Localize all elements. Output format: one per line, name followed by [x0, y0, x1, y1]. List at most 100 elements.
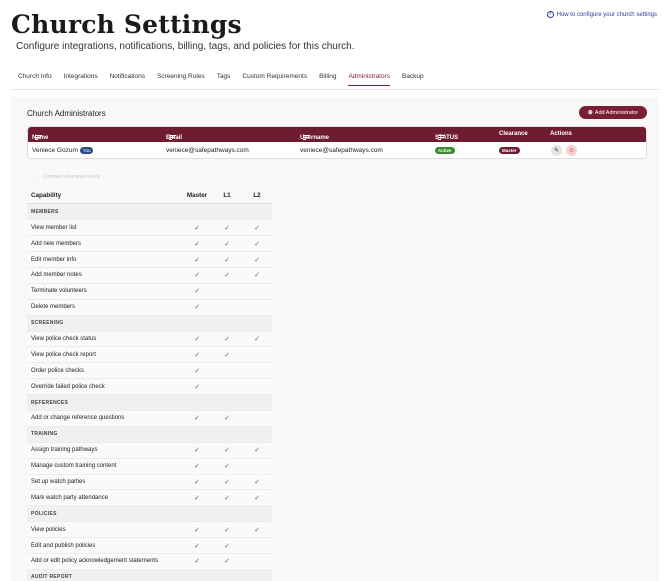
check-icon: ✓ [224, 335, 230, 343]
tab-administrators[interactable]: Administrators [348, 73, 390, 86]
pencil-icon: ✎ [553, 148, 560, 154]
check-icon: ✓ [194, 288, 200, 296]
admin-username: veniece@safepathways.com [300, 147, 383, 154]
l2-cell: ✓ [242, 442, 272, 459]
capability-label: View member list [27, 219, 182, 237]
master-cell: ✓ [182, 553, 212, 570]
l2-cell: ✓ [242, 251, 272, 268]
capability-label: Add new members [27, 235, 182, 253]
table-row: Veniece Gozum You veniece@safepathways.co… [28, 142, 646, 158]
sort-icon[interactable] [303, 135, 310, 141]
capability-label: Add or change reference questions [27, 410, 182, 427]
section-label: POLICIES [27, 505, 272, 523]
master-cell: ✓ [182, 537, 212, 554]
admin-email: veniece@safepathways.com [166, 147, 249, 154]
master-header: Master [182, 188, 212, 205]
section-label: SCREENING [27, 315, 272, 332]
master-cell: ✓ [182, 489, 212, 507]
tab-screening-rules[interactable]: Screening Rules [157, 73, 205, 86]
add-administrator-button[interactable]: ⊕ Add Administrator [579, 106, 647, 119]
status-badge: Active [435, 147, 455, 154]
l2-header: L2 [242, 188, 272, 205]
check-icon: ✓ [224, 351, 230, 359]
capability-label: Override failed police check [27, 378, 182, 396]
check-icon: ✓ [194, 335, 200, 343]
sort-icon[interactable] [35, 135, 42, 141]
capability-section: TRAINING [27, 426, 272, 443]
compare-clearance-link[interactable]: ← Compare clearance levels [36, 174, 100, 180]
check-icon: ✓ [224, 558, 230, 566]
capability-section: REFERENCES [27, 394, 272, 411]
check-icon: ✓ [224, 272, 230, 280]
page-title: Church Settings [11, 10, 242, 39]
capability-row: Edit and publish policies ✓ ✓ [27, 537, 272, 554]
master-cell: ✓ [182, 283, 212, 300]
capability-row: Override failed police check ✓ [27, 378, 272, 396]
l2-cell [242, 346, 272, 364]
tab-notifications[interactable]: Notifications [110, 73, 145, 86]
l1-cell [212, 378, 242, 396]
tab-tags[interactable]: Tags [217, 73, 231, 86]
capability-section: SCREENING [27, 315, 272, 332]
master-cell: ✓ [182, 521, 212, 539]
capability-label: Delete members [27, 299, 182, 316]
l2-cell [242, 378, 272, 396]
l1-cell: ✓ [212, 474, 242, 491]
tab-billing[interactable]: Billing [319, 73, 336, 86]
master-cell: ✓ [182, 362, 212, 380]
section-label: MEMBERS [27, 203, 272, 221]
edit-button[interactable]: ✎ [551, 145, 562, 156]
master-cell: ✓ [182, 251, 212, 268]
check-icon: ✓ [194, 463, 200, 471]
l2-cell [242, 553, 272, 570]
column-clearance: Clearance [499, 131, 528, 137]
check-icon: ✓ [254, 256, 260, 264]
sort-icon[interactable] [169, 135, 176, 141]
capability-row: View member list ✓ ✓ ✓ [27, 219, 272, 237]
master-cell: ✓ [182, 331, 212, 348]
check-icon: ✓ [224, 463, 230, 471]
tab-backup[interactable]: Backup [402, 73, 424, 86]
l1-cell: ✓ [212, 537, 242, 554]
capability-label: View police check report [27, 346, 182, 364]
l1-cell: ✓ [212, 410, 242, 427]
check-icon: ✓ [194, 494, 200, 502]
l2-cell: ✓ [242, 521, 272, 539]
add-person-icon: ⊕ [587, 110, 593, 116]
check-icon: ✓ [224, 494, 230, 502]
l2-cell [242, 537, 272, 554]
check-icon: ✓ [194, 383, 200, 391]
master-cell: ✓ [182, 219, 212, 237]
page-subtitle: Configure integrations, notifications, b… [16, 41, 355, 52]
check-icon: ✓ [254, 272, 260, 280]
check-icon: ✓ [194, 224, 200, 232]
capability-row: Add or change reference questions ✓ ✓ [27, 410, 272, 427]
check-icon: ✓ [224, 415, 230, 423]
help-circle-icon: ? [546, 11, 554, 18]
l1-cell: ✓ [212, 251, 242, 268]
master-cell: ✓ [182, 474, 212, 491]
l1-cell: ✓ [212, 521, 242, 539]
sort-icon[interactable] [438, 135, 445, 141]
tab-custom-requirements[interactable]: Custom Requirements [242, 73, 307, 86]
l2-cell: ✓ [242, 267, 272, 284]
check-icon: ✓ [194, 240, 200, 248]
help-link[interactable]: ? How to configure your church settings [546, 11, 657, 18]
capability-section: MEMBERS [27, 203, 272, 221]
delete-button[interactable]: ⊘ [566, 145, 577, 156]
capability-row: Assign training pathways ✓ ✓ ✓ [27, 442, 272, 459]
delete-icon: ⊘ [568, 148, 575, 154]
administrators-table: Name Email Username STATUS Clearance Act… [27, 126, 647, 159]
capability-label: Assign training pathways [27, 442, 182, 459]
tabs-divider [11, 89, 659, 90]
check-icon: ✓ [224, 526, 230, 534]
capability-row: Add or edit policy acknowledgement state… [27, 553, 272, 570]
tab-integrations[interactable]: Integrations [64, 73, 98, 86]
l2-cell [242, 299, 272, 316]
capability-label: Set up watch parties [27, 474, 182, 491]
l1-cell: ✓ [212, 346, 242, 364]
capability-row: Mark watch party attendance ✓ ✓ ✓ [27, 489, 272, 507]
master-cell: ✓ [182, 235, 212, 253]
tab-church-info[interactable]: Church Info [18, 73, 52, 86]
capability-header: Capability [27, 188, 182, 205]
